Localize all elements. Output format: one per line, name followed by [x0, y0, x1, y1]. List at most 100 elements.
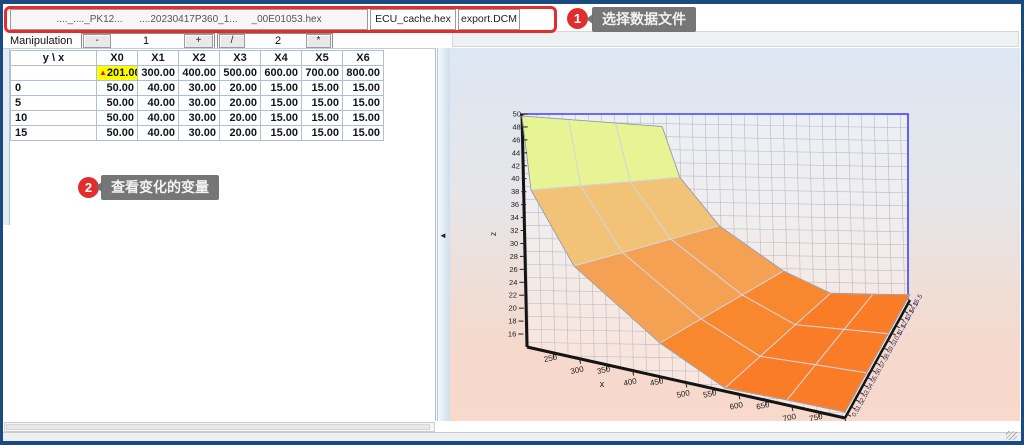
left-mini-scrollbar[interactable] — [3, 48, 10, 225]
map-cell[interactable]: 30.00 — [179, 111, 220, 126]
svg-text:20: 20 — [508, 304, 516, 313]
map-cell[interactable]: 30.00 — [179, 126, 220, 141]
column-header-x0: X0 — [97, 51, 138, 66]
x-axis-value[interactable]: 500.00 — [220, 66, 261, 81]
map-cell[interactable]: 15.00 — [343, 111, 384, 126]
map-cell[interactable]: 20.00 — [220, 126, 261, 141]
map-cell[interactable]: 15.00 — [343, 126, 384, 141]
svg-text:40: 40 — [511, 174, 519, 183]
map-cell[interactable]: 40.00 — [138, 126, 179, 141]
svg-text:32: 32 — [510, 226, 518, 235]
column-header-x5: X5 — [302, 51, 343, 66]
calibration-map-table: y \ x X0 X1 X2 X3 X4 X5 X6 ▲ 201.00 300.00 400.00 50… — [10, 50, 384, 141]
column-header-x1: X1 — [138, 51, 179, 66]
map-cell[interactable]: 15.00 — [343, 81, 384, 96]
decrement-button[interactable]: - — [83, 34, 111, 48]
svg-text:300: 300 — [570, 364, 585, 376]
window-border-bottom — [0, 441, 1024, 445]
map-cell[interactable]: 50.00 — [97, 81, 138, 96]
column-header-x3: X3 — [220, 51, 261, 66]
map-cell[interactable]: 50.00 — [97, 96, 138, 111]
map-cell[interactable]: 15.00 — [302, 81, 343, 96]
map-cell[interactable]: 15.00 — [261, 111, 302, 126]
svg-text:22: 22 — [509, 291, 517, 300]
map-cell[interactable]: 40.00 — [138, 96, 179, 111]
tab-export-dcm[interactable]: export.DCM — [458, 9, 520, 30]
table-corner-header: y \ x — [11, 51, 97, 66]
left-panel-edge — [435, 48, 436, 421]
map-cell[interactable]: 30.00 — [179, 96, 220, 111]
app-window: ...._...._PK12... ....20230417P360_1... … — [0, 0, 1024, 445]
resize-grip-icon[interactable] — [1006, 431, 1017, 440]
row-header-y10: 10 — [11, 111, 97, 126]
map-cell[interactable]: 15.00 — [261, 126, 302, 141]
row-header-y0: 0 — [11, 81, 97, 96]
annotation-badge-1: 1 — [567, 8, 588, 29]
map-cell[interactable]: 50.00 — [97, 126, 138, 141]
toolbar-filler-strip — [452, 31, 1019, 47]
row-header-y5: 5 — [11, 96, 97, 111]
map-cell[interactable]: 20.00 — [220, 96, 261, 111]
svg-text:15.5: 15.5 — [912, 293, 925, 308]
svg-text:600: 600 — [729, 400, 744, 412]
increment-button[interactable]: + — [184, 34, 213, 48]
map-cell[interactable]: 15.00 — [302, 111, 343, 126]
multiply-button[interactable]: * — [306, 34, 331, 48]
map-cell[interactable]: 40.00 — [138, 81, 179, 96]
x-axis-row-label — [11, 66, 97, 81]
map-cell[interactable]: 40.00 — [138, 111, 179, 126]
window-border-top — [0, 0, 1024, 4]
surface-plot-panel: 50 48 46 44 42 40 38 36 34 32 30 28 26 24 22 20 18 16 z 250… — [450, 48, 1020, 421]
svg-text:16: 16 — [508, 330, 516, 339]
x-axis-value[interactable]: 800.00 — [343, 66, 384, 81]
svg-text:42: 42 — [512, 161, 520, 170]
x-axis-value[interactable]: 600.00 — [261, 66, 302, 81]
x-axis-value: 201.00 — [106, 67, 138, 79]
svg-text:750: 750 — [808, 412, 823, 421]
tab-ecu-cache[interactable]: ECU_cache.hex — [370, 9, 456, 30]
svg-text:34: 34 — [510, 213, 518, 222]
add-step-value[interactable]: 1 — [131, 35, 161, 47]
map-cell[interactable]: 15.00 — [302, 96, 343, 111]
map-cell[interactable]: 15.00 — [343, 96, 384, 111]
svg-text:350: 350 — [596, 364, 611, 376]
svg-text:28: 28 — [510, 252, 518, 261]
x-axis-value[interactable]: 400.00 — [179, 66, 220, 81]
tab-hex-file[interactable]: ...._...._PK12... ....20230417P360_1... … — [10, 9, 368, 30]
svg-text:38: 38 — [511, 187, 519, 196]
map-cell[interactable]: 50.00 — [97, 111, 138, 126]
map-cell[interactable]: 15.00 — [302, 126, 343, 141]
column-header-x2: X2 — [179, 51, 220, 66]
map-cell[interactable]: 20.00 — [220, 81, 261, 96]
toolbar-divider — [3, 48, 436, 49]
map-cell[interactable]: 15.00 — [261, 96, 302, 111]
map-cell[interactable]: 30.00 — [179, 81, 220, 96]
divide-button[interactable]: / — [219, 34, 245, 48]
sort-up-icon: ▲ — [99, 68, 107, 77]
scrollbar-thumb[interactable] — [6, 424, 430, 430]
svg-text:250: 250 — [543, 352, 558, 364]
x-axis-value-selected[interactable]: ▲ 201.00 — [97, 66, 138, 81]
3d-surface-plot[interactable]: 50 48 46 44 42 40 38 36 34 32 30 28 26 24 22 20 18 16 z 250… — [450, 48, 1020, 421]
svg-text:450: 450 — [649, 376, 664, 388]
svg-text:24: 24 — [509, 278, 517, 287]
svg-text:50: 50 — [513, 110, 521, 119]
svg-text:650: 650 — [755, 400, 770, 412]
annotation-tooltip-select-data-file: 选择数据文件 — [586, 7, 696, 32]
x-axis-value[interactable]: 300.00 — [138, 66, 179, 81]
collapse-left-icon[interactable]: ◄ — [439, 231, 447, 240]
column-header-x6: X6 — [343, 51, 384, 66]
svg-text:30: 30 — [510, 239, 518, 248]
svg-text:700: 700 — [782, 412, 797, 421]
map-cell[interactable]: 15.00 — [261, 81, 302, 96]
factor-value[interactable]: 2 — [263, 35, 293, 47]
svg-text:26: 26 — [509, 265, 517, 274]
panel-splitter[interactable]: ◄ — [437, 48, 450, 421]
svg-text:48: 48 — [512, 122, 520, 131]
horizontal-scrollbar[interactable] — [4, 422, 435, 432]
map-cell[interactable]: 20.00 — [220, 111, 261, 126]
svg-text:44: 44 — [512, 148, 520, 157]
svg-text:z: z — [488, 232, 498, 236]
svg-text:x: x — [600, 379, 605, 389]
x-axis-value[interactable]: 700.00 — [302, 66, 343, 81]
